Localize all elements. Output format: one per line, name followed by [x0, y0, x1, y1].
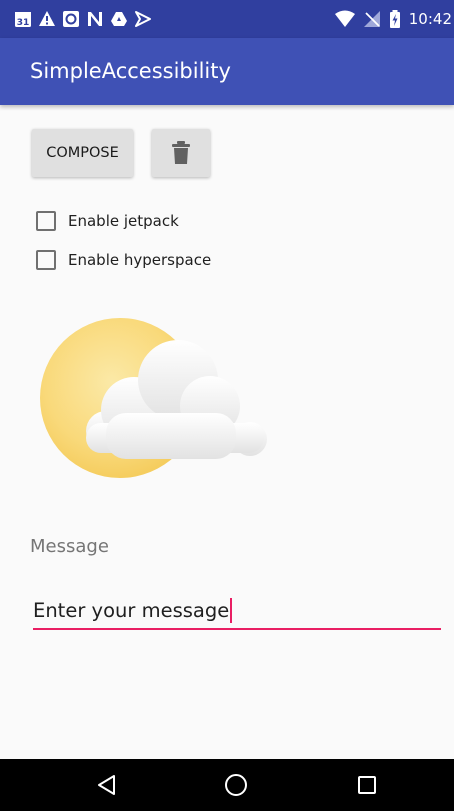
hyperspace-checkbox[interactable] [36, 250, 56, 270]
navigation-bar [0, 759, 454, 811]
drive-icon [110, 10, 128, 28]
back-button[interactable] [77, 759, 137, 811]
message-input[interactable]: Enter your message [33, 592, 441, 632]
app-screen: 31 10:42 SimpleAccessibility COMPOSE Ena… [0, 0, 454, 811]
message-input-text: Enter your message [33, 599, 230, 622]
back-icon [96, 774, 118, 796]
text-cursor [230, 598, 233, 623]
partly-cloudy-icon [40, 318, 272, 483]
delete-button[interactable] [152, 129, 210, 177]
jetpack-checkbox-label: Enable jetpack [68, 212, 179, 230]
recents-icon [357, 775, 377, 795]
calendar-day: 31 [17, 18, 30, 28]
calendar-icon: 31 [14, 10, 32, 28]
n-icon [86, 10, 104, 28]
hyperspace-checkbox-label: Enable hyperspace [68, 251, 212, 269]
app-icon [62, 10, 80, 28]
hyperspace-checkbox-row[interactable]: Enable hyperspace [36, 248, 211, 272]
battery-icon [389, 10, 401, 28]
play-icon [134, 10, 152, 28]
app-bar: SimpleAccessibility [0, 38, 454, 105]
trash-icon [172, 141, 190, 165]
status-bar: 31 10:42 [0, 0, 454, 38]
app-title: SimpleAccessibility [30, 59, 231, 83]
jetpack-checkbox-row[interactable]: Enable jetpack [36, 209, 179, 233]
alert-icon [38, 10, 56, 28]
notification-icons: 31 [14, 10, 152, 28]
recents-button[interactable] [337, 759, 397, 811]
status-time: 10:42 [408, 10, 452, 28]
message-underline [33, 628, 441, 630]
system-status: 10:42 [334, 0, 452, 38]
wifi-icon [334, 10, 355, 28]
no-signal-icon [363, 10, 381, 28]
message-label: Message [30, 536, 109, 557]
home-icon [224, 773, 248, 797]
jetpack-checkbox[interactable] [36, 211, 56, 231]
compose-button[interactable]: COMPOSE [32, 129, 133, 177]
home-button[interactable] [206, 759, 266, 811]
